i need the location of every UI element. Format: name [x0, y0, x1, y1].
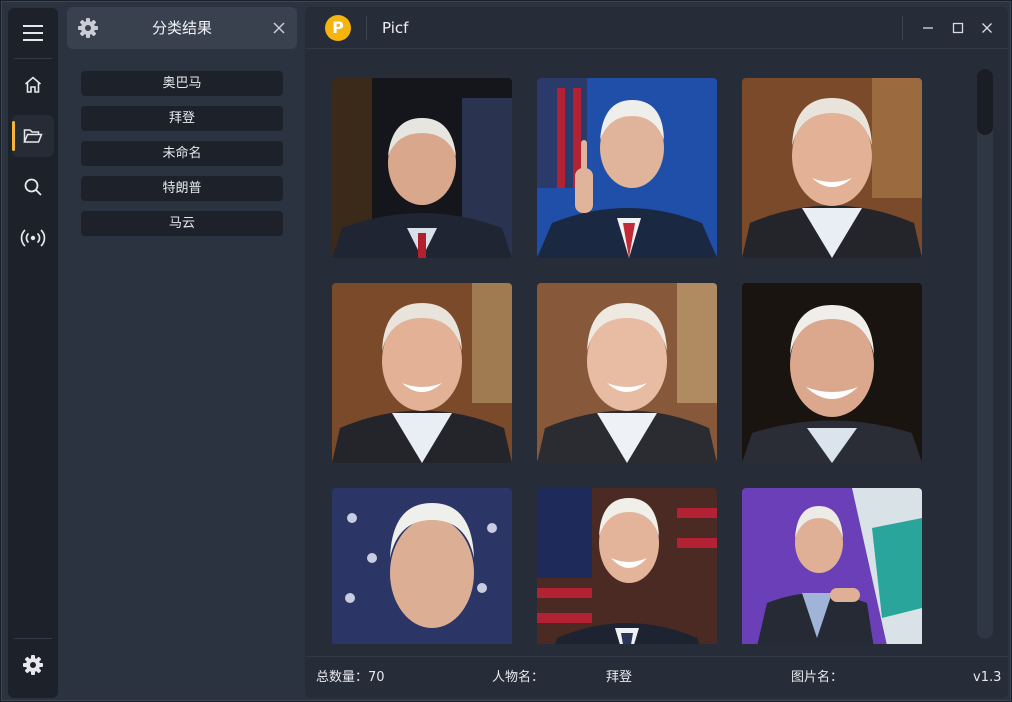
photo-thumbnail[interactable] — [742, 488, 922, 644]
photo-thumbnail[interactable] — [742, 283, 922, 463]
category-button[interactable]: 特朗普 — [81, 176, 283, 201]
minimize-button[interactable] — [917, 17, 939, 39]
home-icon — [24, 76, 42, 93]
vertical-scrollbar[interactable] — [977, 69, 993, 639]
nav-search[interactable] — [8, 166, 58, 208]
nav-broadcast[interactable] — [8, 217, 58, 259]
main-area: P Picf 总数量： 70 人物名： 拜登 图片名： v1.3 — [305, 7, 1008, 698]
portrait-image — [332, 283, 512, 463]
portrait-image — [742, 283, 922, 463]
category-list: 奥巴马 拜登 未命名 特朗普 马云 — [81, 71, 283, 246]
titlebar-divider — [366, 16, 367, 40]
person-name-value: 拜登 — [606, 670, 633, 685]
app-window: 分类结果 奥巴马 拜登 未命名 特朗普 马云 P Picf 总数量： 70 人物… — [1, 1, 1011, 701]
photo-thumbnail[interactable] — [332, 488, 512, 644]
category-panel: 分类结果 奥巴马 拜登 未命名 特朗普 马云 — [63, 3, 301, 697]
image-gallery — [305, 50, 1008, 644]
photo-thumbnail[interactable] — [742, 78, 922, 258]
settings-button[interactable] — [8, 644, 58, 686]
app-logo: P — [325, 15, 351, 41]
photo-thumbnail[interactable] — [537, 283, 717, 463]
menu-icon — [23, 25, 43, 41]
app-name: Picf — [382, 19, 409, 37]
close-icon — [982, 23, 992, 33]
maximize-icon — [952, 22, 964, 34]
maximize-button[interactable] — [947, 17, 969, 39]
menu-button[interactable] — [8, 12, 58, 54]
close-icon[interactable] — [271, 20, 287, 36]
nav-home[interactable] — [8, 64, 58, 106]
scrollbar-thumb[interactable] — [977, 69, 993, 135]
person-name-label: 人物名： — [492, 670, 545, 685]
photo-thumbnail[interactable] — [332, 283, 512, 463]
minimize-icon — [923, 27, 933, 29]
titlebar-divider — [902, 16, 903, 40]
nav-folder[interactable] — [12, 115, 54, 157]
panel-header: 分类结果 — [67, 7, 297, 49]
category-button[interactable]: 未命名 — [81, 141, 283, 166]
broadcast-icon — [20, 229, 46, 247]
rail-divider-bottom — [14, 638, 52, 639]
close-button[interactable] — [976, 17, 998, 39]
photo-thumbnail[interactable] — [332, 78, 512, 258]
rail-divider — [14, 58, 52, 59]
gear-icon[interactable] — [77, 17, 99, 39]
portrait-image — [537, 283, 717, 463]
portrait-image — [537, 78, 717, 258]
panel-title: 分类结果 — [151, 19, 212, 37]
portrait-image — [332, 488, 512, 644]
portrait-image — [537, 488, 717, 644]
status-bar: 总数量： 70 人物名： 拜登 图片名： v1.3 — [305, 656, 1008, 698]
total-count-value: 70 — [368, 670, 385, 685]
search-icon — [24, 178, 42, 196]
image-name-label: 图片名： — [791, 670, 844, 685]
nav-rail — [8, 8, 58, 698]
version-label: v1.3 — [973, 670, 1002, 685]
category-button[interactable]: 马云 — [81, 211, 283, 236]
portrait-image — [742, 488, 922, 644]
category-button[interactable]: 奥巴马 — [81, 71, 283, 96]
total-count-label: 总数量： — [316, 670, 369, 685]
portrait-image — [742, 78, 922, 258]
folder-open-icon — [23, 129, 43, 143]
photo-thumbnail[interactable] — [537, 78, 717, 258]
portrait-image — [332, 78, 512, 258]
category-button[interactable]: 拜登 — [81, 106, 283, 131]
title-bar: P Picf — [305, 7, 1008, 49]
photo-thumbnail[interactable] — [537, 488, 717, 644]
settings-icon — [23, 655, 43, 675]
